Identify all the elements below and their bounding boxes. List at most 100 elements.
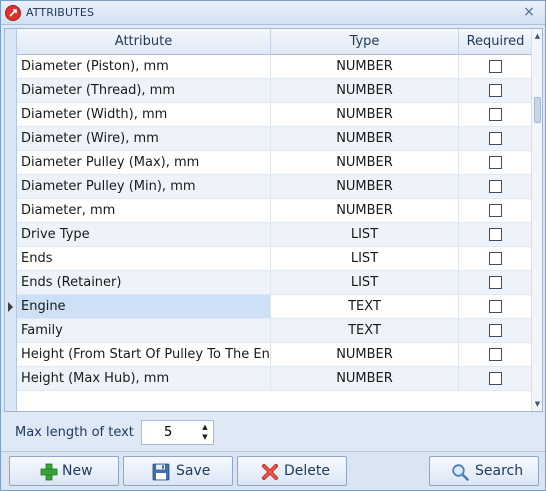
required-cell: [459, 151, 532, 175]
required-checkbox[interactable]: [488, 60, 502, 73]
attributes-window: ATTRIBUTES × Attribute Type Required Dia…: [0, 0, 546, 491]
scroll-down-icon[interactable]: ▼: [533, 399, 542, 409]
row-indicator-column: [5, 29, 17, 411]
save-button-label: Save: [176, 463, 211, 479]
new-button-label: New: [62, 463, 93, 479]
new-button[interactable]: New: [9, 456, 119, 486]
type-cell[interactable]: TEXT: [271, 319, 459, 343]
text-options: Max length of text 5 ▲ ▼: [4, 416, 543, 450]
required-cell: [459, 199, 532, 223]
vertical-scrollbar[interactable]: ▲ ▼: [531, 29, 542, 411]
required-cell: [459, 295, 532, 319]
type-cell[interactable]: NUMBER: [271, 367, 459, 391]
required-checkbox[interactable]: [488, 108, 502, 121]
type-cell[interactable]: NUMBER: [271, 343, 459, 367]
attributes-grid: Attribute Type Required Diameter (Piston…: [4, 28, 543, 412]
column-header-attribute[interactable]: Attribute: [17, 29, 271, 55]
close-icon[interactable]: ×: [521, 4, 537, 20]
attribute-cell[interactable]: Ends (Retainer): [17, 271, 271, 295]
required-checkbox[interactable]: [488, 276, 502, 289]
spin-up-icon[interactable]: ▲: [200, 422, 210, 432]
required-cell: [459, 247, 532, 271]
table-row[interactable]: Height (Max Hub), mm NUMBER: [17, 367, 532, 391]
attribute-cell[interactable]: Diameter, mm: [17, 199, 271, 223]
required-checkbox[interactable]: [488, 132, 502, 145]
attribute-cell[interactable]: Ends: [17, 247, 271, 271]
required-checkbox[interactable]: [488, 252, 502, 265]
table-row[interactable]: Diameter (Thread), mm NUMBER: [17, 79, 532, 103]
delete-x-icon: [262, 464, 278, 480]
button-bar: New Save Delete Search: [1, 451, 545, 490]
attribute-cell[interactable]: Diameter (Piston), mm: [17, 55, 271, 79]
max-length-label: Max length of text: [15, 425, 134, 440]
table-row[interactable]: Diameter Pulley (Min), mm NUMBER: [17, 175, 532, 199]
title-bar: ATTRIBUTES ×: [1, 1, 545, 25]
attribute-cell[interactable]: Diameter (Thread), mm: [17, 79, 271, 103]
attribute-cell[interactable]: Engine: [17, 295, 271, 319]
max-length-value[interactable]: 5: [164, 425, 172, 440]
column-header-required[interactable]: Required: [459, 29, 532, 55]
type-cell[interactable]: NUMBER: [271, 55, 459, 79]
scroll-thumb[interactable]: [534, 97, 541, 123]
required-cell: [459, 79, 532, 103]
required-checkbox[interactable]: [488, 300, 502, 313]
required-checkbox[interactable]: [488, 180, 502, 193]
type-cell[interactable]: LIST: [271, 247, 459, 271]
table-row[interactable]: Height (From Start Of Pulley To The En NU…: [17, 343, 532, 367]
save-button[interactable]: Save: [123, 456, 233, 486]
required-checkbox[interactable]: [488, 204, 502, 217]
attribute-cell[interactable]: Drive Type: [17, 223, 271, 247]
magnifier-icon: [452, 464, 469, 481]
type-cell[interactable]: NUMBER: [271, 151, 459, 175]
required-checkbox[interactable]: [488, 324, 502, 337]
app-logo-icon: [5, 5, 21, 21]
current-row-pointer-icon: [8, 302, 13, 312]
table-row[interactable]: Diameter (Width), mm NUMBER: [17, 103, 532, 127]
table-row[interactable]: Ends (Retainer) LIST: [17, 271, 532, 295]
required-cell: [459, 319, 532, 343]
column-header-type[interactable]: Type: [271, 29, 459, 55]
type-cell[interactable]: NUMBER: [271, 127, 459, 151]
attribute-cell[interactable]: Diameter Pulley (Min), mm: [17, 175, 271, 199]
plus-icon: [40, 463, 58, 481]
type-cell[interactable]: TEXT: [271, 295, 459, 319]
attribute-cell[interactable]: Family: [17, 319, 271, 343]
type-cell[interactable]: NUMBER: [271, 79, 459, 103]
delete-button[interactable]: Delete: [237, 456, 347, 486]
type-cell[interactable]: LIST: [271, 271, 459, 295]
table-row[interactable]: Diameter (Piston), mm NUMBER: [17, 55, 532, 79]
required-checkbox[interactable]: [488, 156, 502, 169]
spin-down-icon[interactable]: ▼: [200, 432, 210, 442]
table-row[interactable]: Family TEXT: [17, 319, 532, 343]
floppy-disk-icon: [152, 463, 170, 481]
attribute-cell[interactable]: Height (Max Hub), mm: [17, 367, 271, 391]
search-button[interactable]: Search: [429, 456, 539, 486]
required-checkbox[interactable]: [488, 348, 502, 361]
table-row[interactable]: Ends LIST: [17, 247, 532, 271]
required-cell: [459, 271, 532, 295]
table-row[interactable]: Diameter (Wire), mm NUMBER: [17, 127, 532, 151]
type-cell[interactable]: NUMBER: [271, 175, 459, 199]
table-row[interactable]: Drive Type LIST: [17, 223, 532, 247]
grid-header: Attribute Type Required: [17, 29, 532, 55]
window-title: ATTRIBUTES: [26, 6, 95, 19]
table-row[interactable]: Diameter, mm NUMBER: [17, 199, 532, 223]
table-row[interactable]: Engine TEXT: [17, 295, 532, 319]
attribute-cell[interactable]: Diameter Pulley (Max), mm: [17, 151, 271, 175]
required-checkbox[interactable]: [488, 84, 502, 97]
max-length-stepper[interactable]: 5 ▲ ▼: [141, 420, 214, 445]
type-cell[interactable]: LIST: [271, 223, 459, 247]
required-cell: [459, 127, 532, 151]
required-cell: [459, 175, 532, 199]
attribute-cell[interactable]: Diameter (Width), mm: [17, 103, 271, 127]
required-cell: [459, 55, 532, 79]
search-button-label: Search: [475, 463, 524, 479]
required-checkbox[interactable]: [488, 228, 502, 241]
attribute-cell[interactable]: Height (From Start Of Pulley To The En: [17, 343, 271, 367]
attribute-cell[interactable]: Diameter (Wire), mm: [17, 127, 271, 151]
type-cell[interactable]: NUMBER: [271, 199, 459, 223]
required-checkbox[interactable]: [488, 372, 502, 385]
table-row[interactable]: Diameter Pulley (Max), mm NUMBER: [17, 151, 532, 175]
type-cell[interactable]: NUMBER: [271, 103, 459, 127]
scroll-up-icon[interactable]: ▲: [533, 31, 542, 41]
